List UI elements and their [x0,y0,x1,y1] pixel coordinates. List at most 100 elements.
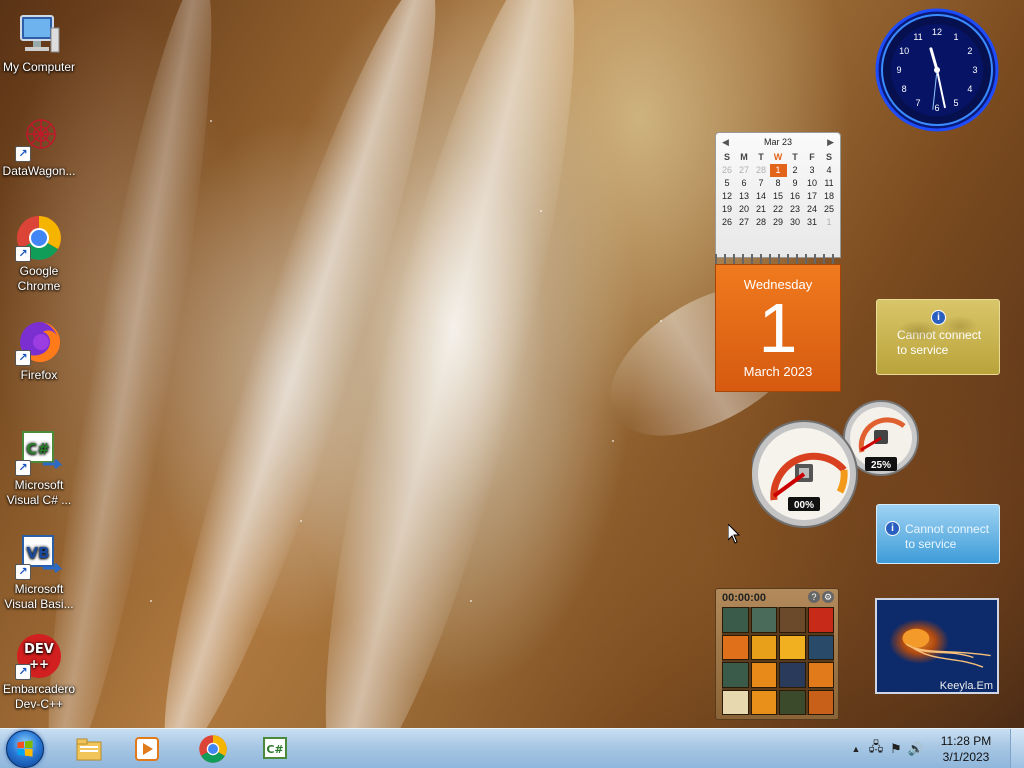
calendar-day-cell[interactable]: 28 [753,164,770,177]
calendar-day-cell[interactable]: 12 [719,190,736,203]
taskbar-visual-csharp[interactable]: C# [250,732,300,766]
calendar-day-cell[interactable]: 22 [770,203,787,216]
puzzle-tile[interactable] [779,662,806,688]
info-icon: i [885,521,900,536]
taskbar-file-explorer[interactable] [64,732,114,766]
svg-text:++: ++ [29,657,49,671]
puzzle-tile[interactable] [779,607,806,633]
calendar-day-cell[interactable]: 27 [736,164,753,177]
calendar-day-cell[interactable]: 15 [770,190,787,203]
datawagon-icon: ↗ [15,114,63,162]
clock-numeral: 8 [902,84,907,94]
puzzle-tile[interactable] [779,689,806,715]
show-desktop-button[interactable] [1010,729,1024,768]
calendar-day-cell[interactable]: 4 [821,164,838,177]
puzzle-board[interactable] [722,607,834,715]
calendar-day-cell[interactable]: 25 [821,203,838,216]
calendar-day-cell[interactable]: 1 [769,164,787,177]
clock-numeral: 11 [913,32,922,42]
puzzle-help-icon[interactable]: ? [808,591,820,603]
shortcut-arrow-icon: ↗ [15,350,31,366]
desktop-icon-google-chrome[interactable]: ↗ Google Chrome [0,214,78,294]
clock-numeral: 3 [972,65,977,75]
puzzle-tile[interactable] [750,607,777,633]
taskbar-time: 11:28 PM [940,734,992,748]
desktop-icon-firefox[interactable]: ↗ Firefox [0,318,78,383]
weather-message-line-2: to service [897,343,949,357]
firefox-icon: ↗ [15,318,63,366]
calendar-day-cell[interactable]: 8 [770,177,787,190]
puzzle-tile[interactable] [807,607,834,633]
shortcut-arrow-icon: ↗ [15,664,31,680]
network-icon[interactable]: 🖧 [866,738,886,760]
next-month-icon[interactable]: ▶ [827,137,834,148]
desktop-icon-my-computer[interactable]: My Computer [0,10,78,75]
desktop-icon-visual-basic[interactable]: VB ↗ Microsoft Visual Basi... [0,532,78,612]
desktop-icon-dev-cpp[interactable]: DEV ++ ↗ Embarcadero Dev-C++ [0,632,78,712]
weather-gadget[interactable]: i Cannot connect to service [876,299,1000,375]
calendar-day-cell[interactable]: 29 [770,216,787,229]
calendar-day-cell[interactable]: 13 [736,190,753,203]
clock-numeral: 6 [934,103,939,113]
desktop-icon-datawagon[interactable]: ↗ DataWagon... [0,114,78,179]
feed-headlines-gadget[interactable]: i Cannot connect to service [876,504,1000,564]
calendar-day-cell[interactable]: 31 [804,216,821,229]
calendar-month-view: ◀ Mar 23 ▶ S M T W T F S 26 27 28 1 2 3 4 5 6 7 8 9 10 11 12 1… [715,132,841,258]
calendar-day-cell[interactable]: 19 [719,203,736,216]
desktop-icon-visual-csharp[interactable]: C# ↗ Microsoft Visual C# ... [0,428,78,508]
puzzle-tile[interactable] [807,662,834,688]
start-button[interactable] [6,730,44,768]
calendar-day-cell[interactable]: 10 [804,177,821,190]
mouse-cursor-icon [728,524,740,544]
calendar-day-cell[interactable]: 23 [787,203,804,216]
puzzle-tile[interactable] [722,607,749,633]
puzzle-tile[interactable] [722,662,749,688]
calendar-day-cell[interactable]: 9 [787,177,804,190]
calendar-day-cell[interactable]: 24 [804,203,821,216]
action-center-flag-icon[interactable]: ⚑ [886,741,906,757]
previous-month-icon[interactable]: ◀ [722,137,729,148]
calendar-day-cell[interactable]: 20 [736,203,753,216]
calendar-month-year: March 2023 [743,364,813,379]
clock-gadget[interactable]: 12 1 2 3 4 5 6 7 8 9 10 11 [875,8,999,132]
puzzle-tile[interactable] [750,689,777,715]
calendar-day-cell[interactable]: 17 [804,190,821,203]
calendar-day-cell[interactable]: 5 [719,177,736,190]
calendar-day-cell[interactable]: 30 [787,216,804,229]
taskbar-clock[interactable]: 11:28 PM 3/1/2023 [926,733,1006,765]
calendar-day-cell[interactable]: 7 [753,177,770,190]
calendar-day-cell[interactable]: 28 [753,216,770,229]
calendar-day-cell[interactable]: 21 [753,203,770,216]
calendar-day-cell[interactable]: 6 [736,177,753,190]
puzzle-tile[interactable] [779,634,806,660]
calendar-day-cell[interactable]: 16 [787,190,804,203]
calendar-day-cell[interactable]: 11 [821,177,838,190]
taskbar-media-player[interactable] [122,732,172,766]
taskbar-chrome[interactable] [188,732,238,766]
puzzle-tile[interactable] [807,689,834,715]
puzzle-tile[interactable] [807,634,834,660]
puzzle-options-icon[interactable]: ⚙ [822,591,834,603]
calendar-day-cell[interactable]: 26 [719,216,736,229]
calendar-day-cell[interactable]: 18 [821,190,838,203]
show-hidden-icons-icon[interactable]: ▲ [846,744,866,754]
calendar-day-cell[interactable]: 26 [719,164,736,177]
puzzle-tile[interactable] [722,689,749,715]
calendar-day-cell[interactable]: 27 [736,216,753,229]
calendar-day-cell[interactable]: 1 [821,216,838,229]
puzzle-tile[interactable] [722,634,749,660]
puzzle-tile[interactable] [750,634,777,660]
picture-puzzle-gadget[interactable]: 00:00:00 ? ⚙ [715,588,839,720]
calendar-gadget[interactable]: ◀ Mar 23 ▶ S M T W T F S 26 27 28 1 2 3 4 5 6 7 8 9 10 11 12 1… [715,132,841,392]
calendar-day-view: Wednesday 1 March 2023 [715,264,841,392]
jellyfish-image [902,628,991,668]
calendar-day-cell[interactable]: 2 [787,164,804,177]
calendar-day-cell[interactable]: 14 [753,190,770,203]
visual-csharp-icon: C# ↗ [15,428,63,476]
chrome-icon [199,735,227,763]
puzzle-tile[interactable] [750,662,777,688]
slideshow-gadget[interactable]: Keeyla.Em [875,598,999,694]
shortcut-arrow-icon: ↗ [15,146,31,162]
calendar-day-cell[interactable]: 3 [804,164,821,177]
volume-icon[interactable]: 🔊 [906,741,926,757]
